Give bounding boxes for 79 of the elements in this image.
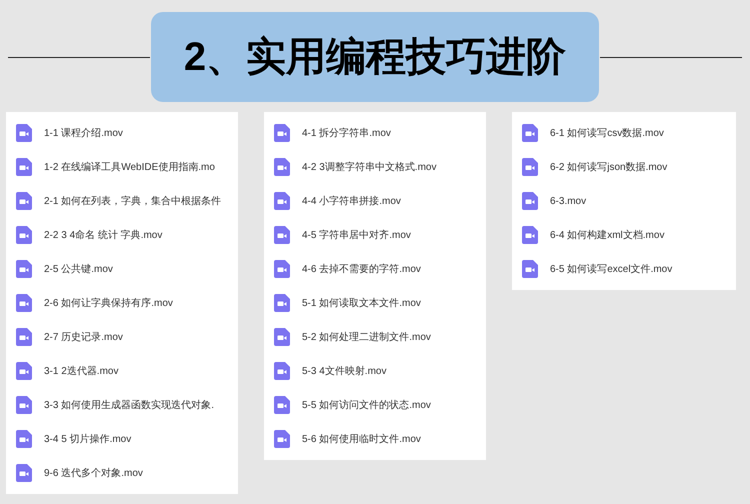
- video-file-icon: [522, 226, 538, 244]
- file-item[interactable]: 6-4 如何构建xml文档.mov: [512, 218, 736, 252]
- video-file-icon: [16, 328, 32, 346]
- file-name: 4-1 拆分字符串.mov: [302, 126, 391, 140]
- file-item[interactable]: 4-5 字符串居中对齐.mov: [264, 218, 486, 252]
- video-file-icon: [274, 328, 290, 346]
- title-banner: 2、实用编程技巧进阶: [151, 12, 599, 102]
- video-file-icon: [274, 192, 290, 210]
- video-file-icon: [274, 294, 290, 312]
- video-file-icon: [16, 464, 32, 482]
- video-file-icon: [16, 260, 32, 278]
- file-name: 6-1 如何读写csv数据.mov: [550, 126, 664, 140]
- file-item[interactable]: 5-1 如何读取文本文件.mov: [264, 286, 486, 320]
- file-item[interactable]: 5-5 如何访问文件的状态.mov: [264, 388, 486, 422]
- file-name: 9-6 迭代多个对象.mov: [44, 466, 143, 480]
- video-file-icon: [16, 192, 32, 210]
- file-name: 1-1 课程介绍.mov: [44, 126, 123, 140]
- file-item[interactable]: 6-3.mov: [512, 184, 736, 218]
- video-file-icon: [16, 158, 32, 176]
- video-file-icon: [274, 226, 290, 244]
- file-name: 5-5 如何访问文件的状态.mov: [302, 398, 431, 412]
- file-item[interactable]: 3-1 2迭代器.mov: [6, 354, 238, 388]
- video-file-icon: [16, 226, 32, 244]
- file-item[interactable]: 2-2 3 4命名 统计 字典.mov: [6, 218, 238, 252]
- file-name: 5-6 如何使用临时文件.mov: [302, 432, 421, 446]
- video-file-icon: [274, 430, 290, 448]
- file-name: 4-6 去掉不需要的字符.mov: [302, 262, 421, 276]
- video-file-icon: [274, 260, 290, 278]
- file-name: 5-2 如何处理二进制文件.mov: [302, 330, 431, 344]
- file-item[interactable]: 5-6 如何使用临时文件.mov: [264, 422, 486, 456]
- file-item[interactable]: 2-1 如何在列表，字典，集合中根据条件: [6, 184, 238, 218]
- file-item[interactable]: 6-2 如何读写json数据.mov: [512, 150, 736, 184]
- file-name: 3-4 5 切片操作.mov: [44, 432, 132, 446]
- file-item[interactable]: 1-2 在线编译工具WebIDE使用指南.mo: [6, 150, 238, 184]
- file-name: 2-7 历史记录.mov: [44, 330, 123, 344]
- file-name: 2-2 3 4命名 统计 字典.mov: [44, 228, 162, 242]
- file-item[interactable]: 6-1 如何读写csv数据.mov: [512, 116, 736, 150]
- file-name: 4-2 3调整字符串中文格式.mov: [302, 160, 436, 174]
- file-item[interactable]: 1-1 课程介绍.mov: [6, 116, 238, 150]
- file-item[interactable]: 5-3 4文件映射.mov: [264, 354, 486, 388]
- video-file-icon: [522, 192, 538, 210]
- video-file-icon: [16, 362, 32, 380]
- file-item[interactable]: 2-6 如何让字典保持有序.mov: [6, 286, 238, 320]
- file-item[interactable]: 4-1 拆分字符串.mov: [264, 116, 486, 150]
- file-name: 3-3 如何使用生成器函数实现迭代对象.: [44, 398, 214, 412]
- video-file-icon: [16, 396, 32, 414]
- video-file-icon: [522, 124, 538, 142]
- file-name: 3-1 2迭代器.mov: [44, 364, 118, 378]
- file-item[interactable]: 4-4 小字符串拼接.mov: [264, 184, 486, 218]
- video-file-icon: [274, 158, 290, 176]
- video-file-icon: [274, 362, 290, 380]
- file-item[interactable]: 3-3 如何使用生成器函数实现迭代对象.: [6, 388, 238, 422]
- file-name: 6-5 如何读写excel文件.mov: [550, 262, 672, 276]
- file-item[interactable]: 3-4 5 切片操作.mov: [6, 422, 238, 456]
- video-file-icon: [274, 396, 290, 414]
- file-name: 1-2 在线编译工具WebIDE使用指南.mo: [44, 160, 215, 174]
- file-name: 5-3 4文件映射.mov: [302, 364, 386, 378]
- video-file-icon: [274, 124, 290, 142]
- file-item[interactable]: 5-2 如何处理二进制文件.mov: [264, 320, 486, 354]
- video-file-icon: [522, 158, 538, 176]
- file-name: 2-6 如何让字典保持有序.mov: [44, 296, 173, 310]
- file-item[interactable]: 6-5 如何读写excel文件.mov: [512, 252, 736, 286]
- file-item[interactable]: 4-2 3调整字符串中文格式.mov: [264, 150, 486, 184]
- file-item[interactable]: 2-7 历史记录.mov: [6, 320, 238, 354]
- video-file-icon: [16, 430, 32, 448]
- video-file-icon: [522, 260, 538, 278]
- video-file-icon: [16, 124, 32, 142]
- file-name: 4-4 小字符串拼接.mov: [302, 194, 401, 208]
- file-name: 6-4 如何构建xml文档.mov: [550, 228, 664, 242]
- file-item[interactable]: 4-6 去掉不需要的字符.mov: [264, 252, 486, 286]
- file-item[interactable]: 9-6 迭代多个对象.mov: [6, 456, 238, 490]
- file-item[interactable]: 2-5 公共键.mov: [6, 252, 238, 286]
- file-name: 6-2 如何读写json数据.mov: [550, 160, 668, 174]
- file-name: 5-1 如何读取文本文件.mov: [302, 296, 421, 310]
- file-name: 6-3.mov: [550, 194, 586, 208]
- file-name: 4-5 字符串居中对齐.mov: [302, 228, 411, 242]
- file-name: 2-1 如何在列表，字典，集合中根据条件: [44, 194, 222, 208]
- file-name: 2-5 公共键.mov: [44, 262, 113, 276]
- video-file-icon: [16, 294, 32, 312]
